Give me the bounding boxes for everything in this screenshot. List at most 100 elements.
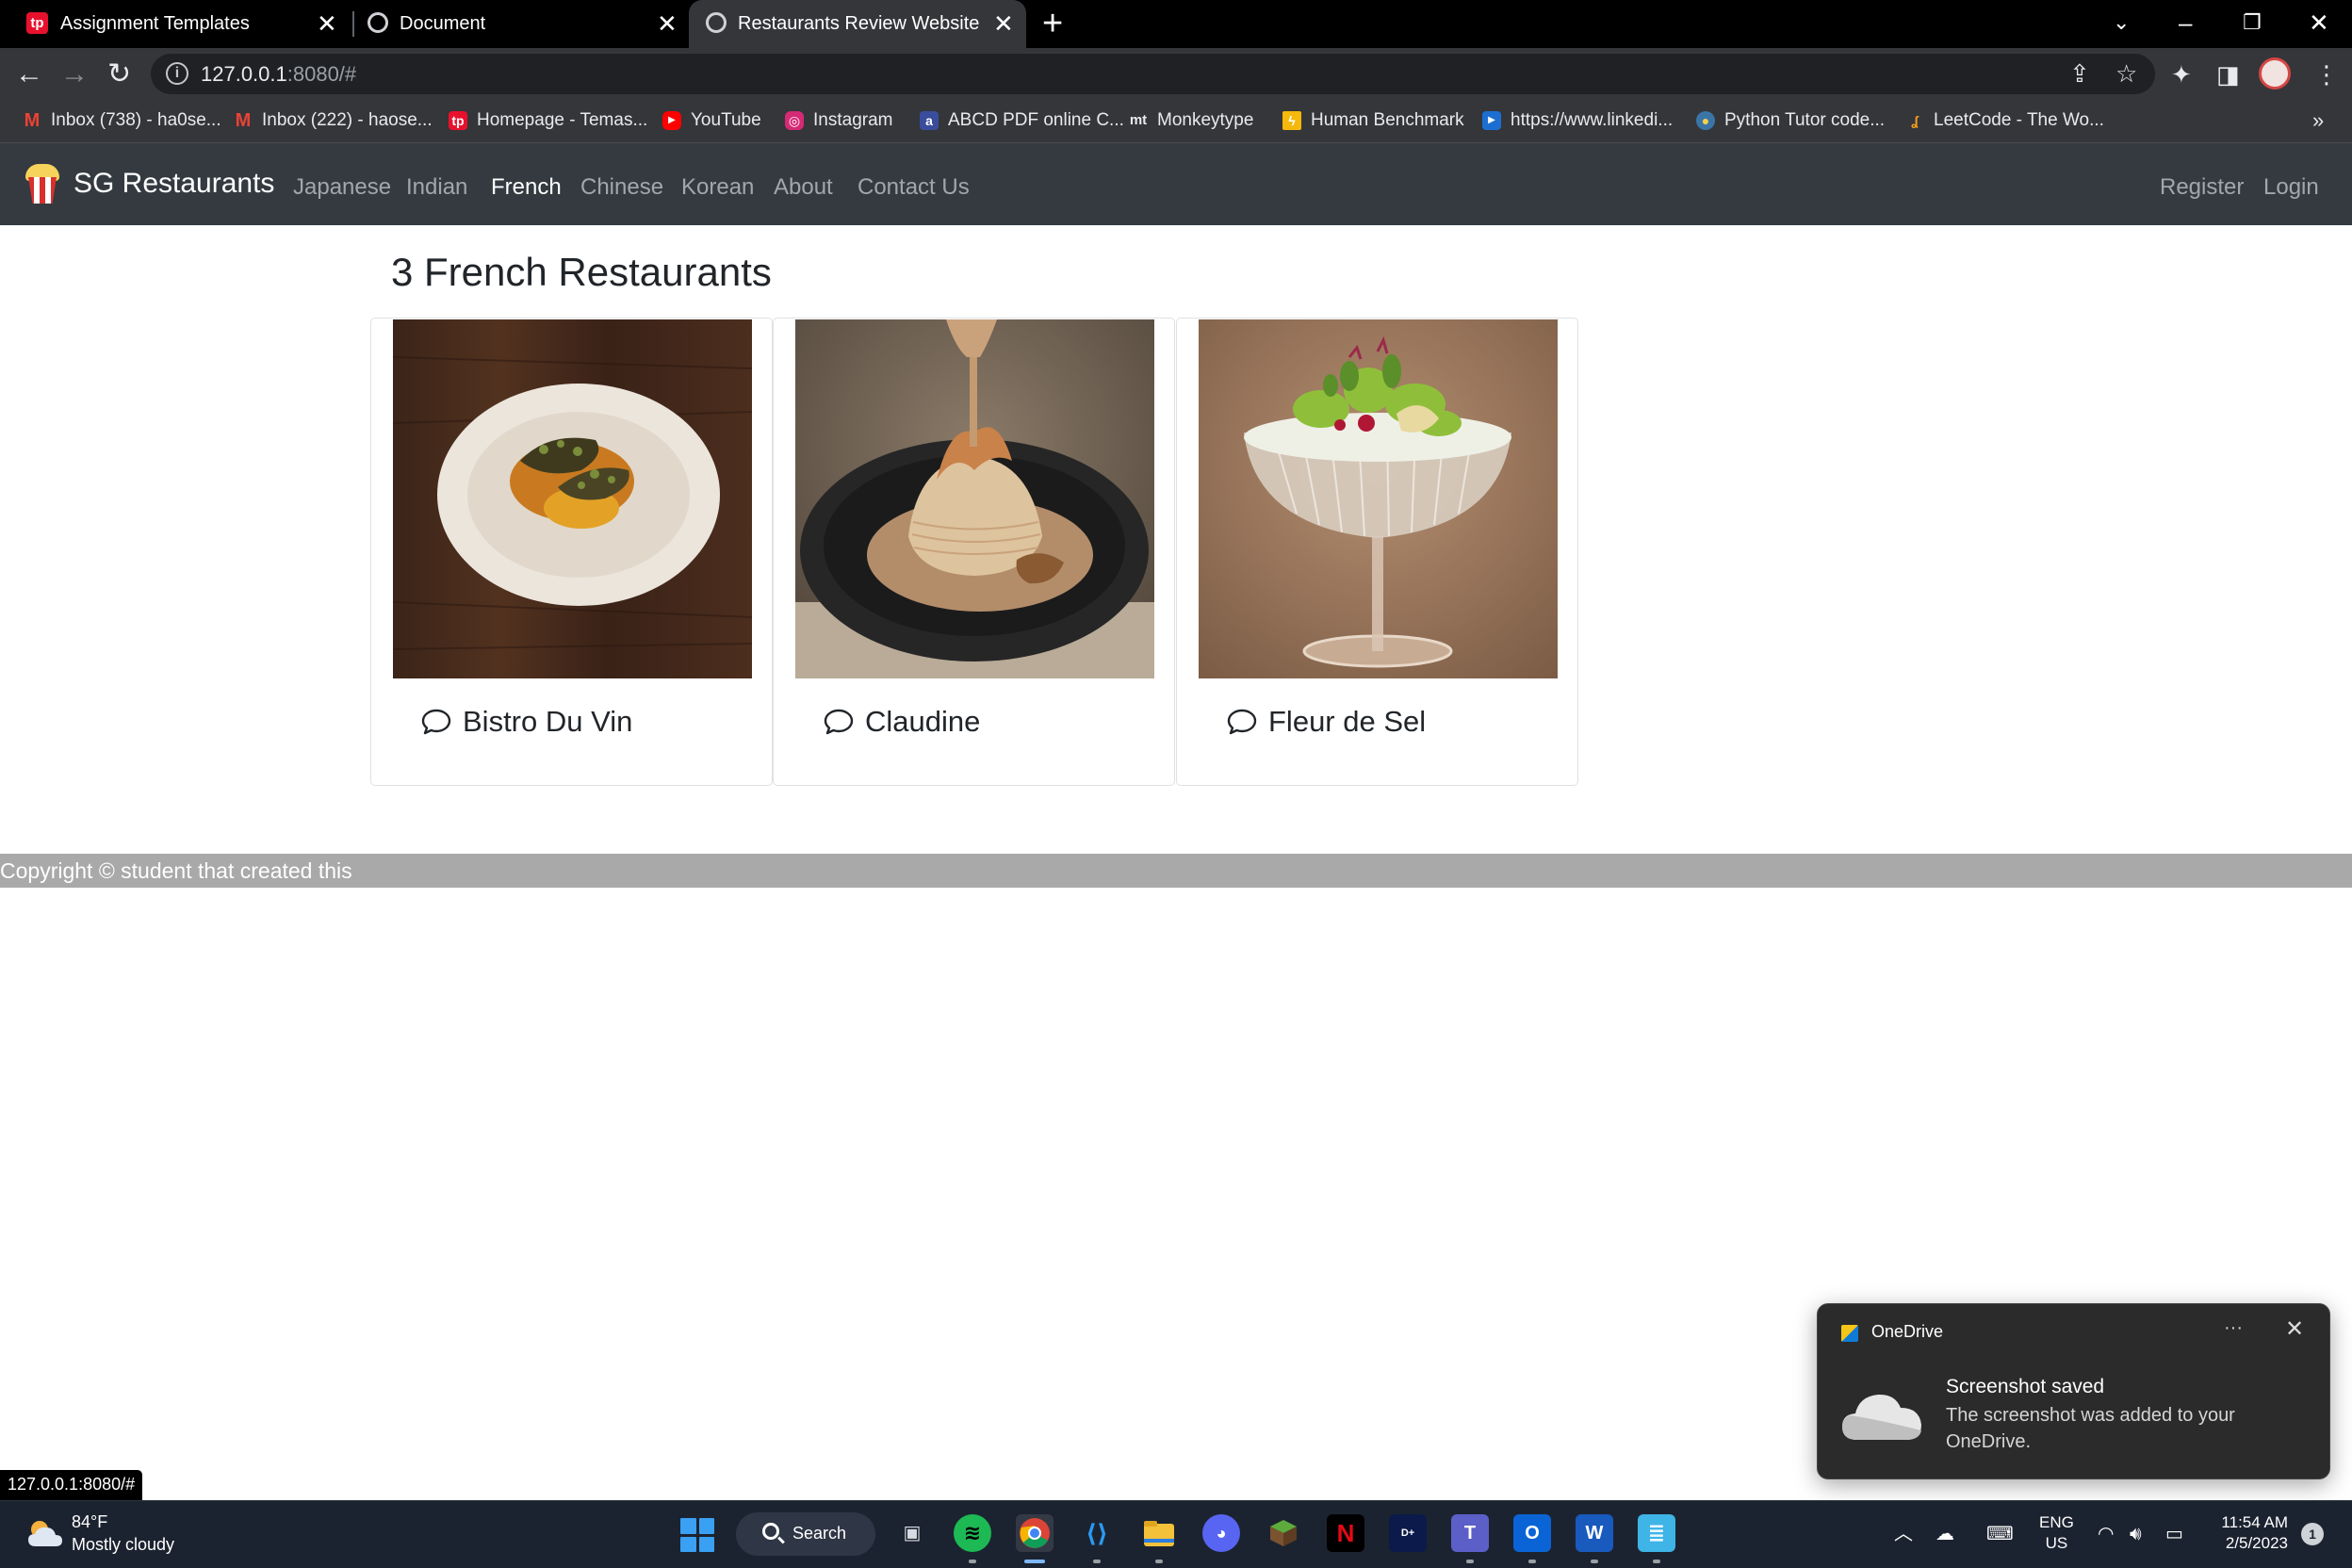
netflix-icon[interactable]: N [1327,1514,1364,1552]
start-button[interactable] [680,1518,714,1552]
skillet-dish-photo[interactable] [795,319,1154,678]
outlook-icon[interactable]: O [1513,1514,1551,1552]
register-link[interactable]: Register [2160,174,2244,201]
partly-cloudy-icon[interactable] [26,1518,64,1548]
bookmark-item[interactable]: M Inbox (222) - haose... [234,106,433,136]
nav-link-french[interactable]: French [491,174,562,201]
bookmark-item[interactable]: ▶ https://www.linkedi... [1482,106,1673,136]
site-info-icon[interactable]: i [166,62,188,85]
bookmark-item[interactable]: a ABCD PDF online C... [920,106,1124,136]
notification-center-badge[interactable]: 1 [2301,1523,2324,1545]
salad-coupe-photo[interactable] [1199,319,1558,678]
window-close-button[interactable]: ✕ [2309,2,2329,43]
browser-tab-strip: tp Assignment Templates ✕ Document ✕ Res… [0,0,2352,48]
new-tab-button[interactable]: + [1042,4,1063,43]
clock[interactable]: 11:54 AM 2/5/2023 [2214,1512,2288,1554]
back-button[interactable]: ← [15,56,43,93]
bookmarks-overflow-button[interactable]: » [2312,106,2324,136]
file-explorer-icon[interactable] [1140,1514,1178,1552]
youtube-icon: ▶ [662,111,681,130]
nav-link-contact-us[interactable]: Contact Us [858,174,970,201]
side-panel-icon[interactable]: ◨ [2216,56,2240,93]
search-label: Search [792,1524,847,1543]
bookmark-item[interactable]: ◎ Instagram [785,106,892,136]
bookmark-label: ABCD PDF online C... [948,110,1124,130]
show-hidden-icons-chevron-icon[interactable]: ︿ [1894,1520,1913,1548]
bookmark-item[interactable]: ϟ Human Benchmark [1282,106,1464,136]
more-options-icon[interactable]: ··· [2224,1317,2243,1339]
tab-title: Document [400,13,486,34]
tab-assignment-templates[interactable]: tp Assignment Templates ✕ [13,0,351,48]
disney-plus-icon[interactable]: D+ [1389,1514,1427,1552]
url-path: :8080/# [286,62,357,86]
brand-name: SG Restaurants [74,168,275,199]
nav-link-about[interactable]: About [774,174,833,201]
bookmark-item[interactable]: tp Homepage - Temas... [449,106,647,136]
minimize-button[interactable]: – [2179,2,2192,43]
tab-search-button[interactable]: ⌄ [2113,2,2130,43]
close-icon[interactable]: ✕ [657,9,678,38]
running-indicator [1528,1560,1536,1563]
wifi-icon[interactable]: ◠ [2098,1520,2114,1548]
discord-icon[interactable]: ◕ [1202,1514,1240,1552]
task-view-icon[interactable]: ▣ [893,1514,931,1552]
onedrive-notification[interactable]: OneDrive ··· ✕ Screenshot saved The scre… [1817,1303,2330,1479]
keyboard-icon[interactable]: ⌨ [1986,1520,2014,1548]
battery-icon[interactable]: ▭ [2165,1520,2183,1548]
close-icon[interactable]: ✕ [993,9,1014,38]
weather-description[interactable]: Mostly cloudy [72,1535,174,1555]
bookmark-item[interactable]: ʆ LeetCode - The Wo... [1905,106,2104,136]
bookmark-item[interactable]: ● Python Tutor code... [1696,106,1885,136]
input-language[interactable]: ENG US [2039,1512,2074,1554]
restaurant-name: Fleur de Sel [1268,705,1427,738]
bookmarks-bar: M Inbox (738) - ha0se... M Inbox (222) - h… [0,100,2352,143]
teams-icon[interactable]: T [1451,1514,1489,1552]
tab-document[interactable]: Document ✕ [354,0,688,48]
login-link[interactable]: Login [2263,174,2319,201]
temasek-poly-icon: tp [26,12,48,34]
url-text[interactable]: 127.0.0.1:8080/# [201,62,356,87]
spotify-icon[interactable]: ≋ [954,1514,991,1552]
forward-button[interactable]: → [60,56,89,93]
tab-restaurants-review[interactable]: Restaurants Review Website ✕ [689,0,1026,48]
restore-button[interactable]: ❐ [2243,2,2262,43]
bookmark-item[interactable]: M Inbox (738) - ha0se... [23,106,221,136]
plated-dish-photo[interactable] [393,319,752,678]
chrome-menu-icon[interactable]: ⋮ [2314,56,2339,93]
vscode-icon[interactable]: ⟨⟩ [1078,1514,1116,1552]
restaurant-name: Claudine [865,705,981,738]
taskbar-search[interactable]: Search [736,1512,875,1556]
notepad-icon[interactable]: ≣ [1638,1514,1675,1552]
gmail-icon: M [235,110,252,131]
profile-avatar[interactable] [2259,57,2291,90]
restaurant-card[interactable]: Claudine [773,318,1175,786]
extensions-icon[interactable]: ✦ [2171,56,2192,93]
popcorn-icon [21,162,64,205]
site-footer: Copyright © student that created this [0,854,2352,888]
nav-link-korean[interactable]: Korean [681,174,754,201]
bookmark-item[interactable]: mt Monkeytype [1129,106,1254,136]
onedrive-cloud-icon[interactable]: ☁ [1936,1520,1954,1548]
card-caption: Bistro Du Vin [420,705,632,739]
weather-temperature[interactable]: 84°F [72,1512,107,1532]
close-icon[interactable]: ✕ [317,9,337,38]
nav-link-chinese[interactable]: Chinese [580,174,663,201]
bookmark-label: Instagram [813,110,893,130]
page-title: 3 French Restaurants [391,250,772,294]
browser-toolbar: ← → ↻ i 127.0.0.1:8080/# ⇪ ☆ ✦ ◨ ⋮ [0,48,2352,100]
share-icon[interactable]: ⇪ [2069,57,2090,90]
brand-link[interactable]: SG Restaurants [21,162,274,205]
restaurant-card[interactable]: Fleur de Sel [1176,318,1578,786]
chrome-icon[interactable] [1016,1514,1054,1552]
bookmark-star-icon[interactable]: ☆ [2115,57,2137,90]
volume-icon[interactable]: 🔊︎ [2130,1520,2142,1548]
bookmark-item[interactable]: ▶ YouTube [662,106,761,136]
close-icon[interactable]: ✕ [2285,1317,2304,1342]
reload-button[interactable]: ↻ [107,56,131,93]
nav-link-indian[interactable]: Indian [406,174,467,201]
nav-link-japanese[interactable]: Japanese [293,174,391,201]
minecraft-icon[interactable] [1265,1514,1302,1552]
word-icon[interactable]: W [1576,1514,1613,1552]
restaurant-card[interactable]: Bistro Du Vin [370,318,773,786]
address-bar[interactable]: i 127.0.0.1:8080/# ⇪ ☆ [151,54,2155,94]
